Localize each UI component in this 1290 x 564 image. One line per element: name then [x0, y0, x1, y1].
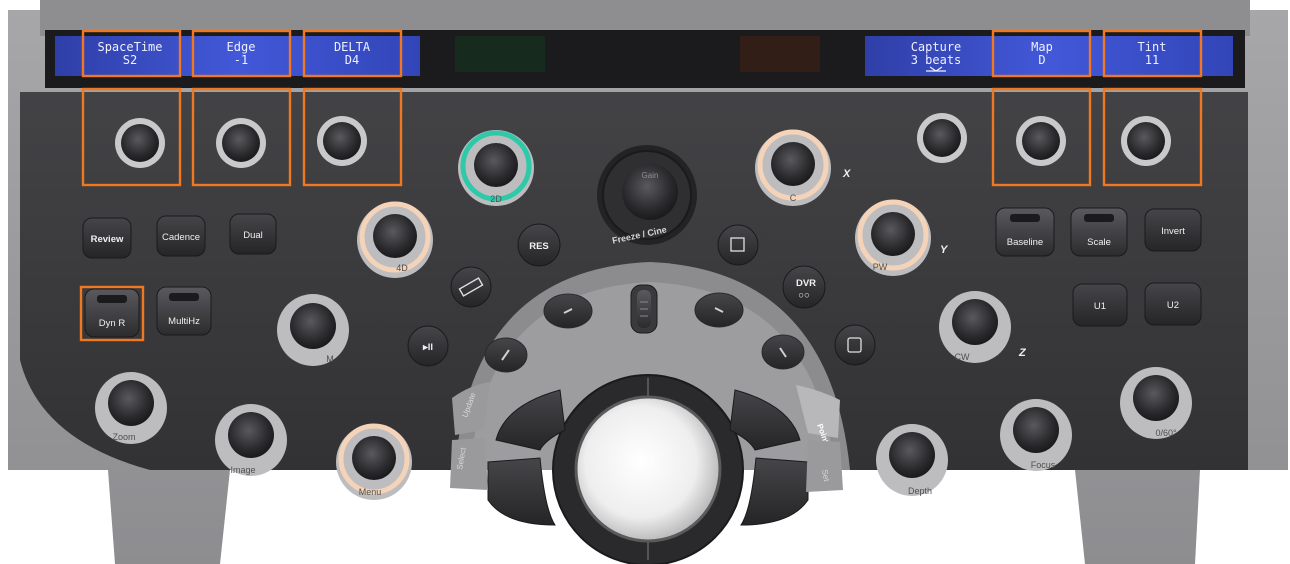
button-label: Invert	[1161, 226, 1185, 237]
knob-depth[interactable]: Depth	[876, 424, 948, 496]
knob-label: 4D	[396, 263, 408, 273]
display-item-capture[interactable]: Capture 3 beats	[911, 40, 962, 72]
play-pause-button[interactable]: ▸ll	[407, 325, 449, 367]
knob-menu[interactable]: Menu	[336, 423, 412, 500]
knob-mode-2d[interactable]: 2D	[458, 130, 534, 206]
play-pause-icon: ▸ll	[422, 342, 433, 353]
knob-edge[interactable]	[216, 118, 266, 168]
set-key[interactable]: Set	[806, 440, 843, 492]
knob-label: Zoom	[112, 432, 135, 442]
display-value: D	[1038, 53, 1045, 67]
dyn-r-paddle[interactable]: Dyn R	[84, 288, 140, 338]
report-button[interactable]	[834, 324, 876, 366]
measure-button[interactable]	[450, 266, 492, 308]
tape-icon: ○○	[798, 290, 809, 301]
display-center-glow	[455, 36, 545, 72]
knob-map[interactable]	[1016, 116, 1066, 166]
soft-key-1[interactable]	[484, 337, 528, 373]
soft-key-3[interactable]	[694, 292, 744, 328]
trackball[interactable]	[574, 395, 722, 543]
knob-mode-c[interactable]: C	[755, 129, 831, 206]
display-name: Edge	[227, 40, 256, 54]
soft-key-4[interactable]	[761, 334, 805, 370]
knob-angle[interactable]: 0/60°	[1120, 367, 1192, 439]
button-label: Cadence	[162, 232, 200, 243]
rocker-switch[interactable]	[630, 284, 658, 334]
res-button[interactable]: RES	[517, 223, 561, 267]
button-label: Dual	[243, 230, 263, 241]
knob-zoom[interactable]: Zoom	[95, 372, 167, 444]
knob-capture[interactable]	[917, 113, 967, 163]
knob-mode-pw[interactable]: PW	[855, 199, 931, 276]
review-button[interactable]: Review	[82, 217, 132, 259]
print-button[interactable]	[717, 224, 759, 266]
display-value: -1	[234, 53, 248, 67]
knob-mode-cw[interactable]: CW	[939, 291, 1011, 363]
gain-freeze-knob[interactable]: Gain Freeze / Cine	[597, 145, 697, 246]
knob-label: 2D	[490, 194, 502, 204]
multihz-paddle[interactable]: MultiHz	[156, 286, 212, 336]
u1-button[interactable]: U1	[1072, 283, 1128, 327]
knob-label: M	[326, 354, 334, 364]
knob-tint[interactable]	[1121, 116, 1171, 166]
dual-button[interactable]: Dual	[229, 213, 277, 255]
display-name: Tint	[1138, 40, 1167, 54]
scale-paddle[interactable]: Scale	[1070, 207, 1128, 257]
display-value: 3 beats	[911, 53, 962, 67]
control-panel-svg: SpaceTime S2 Edge -1 DELTA D4 Capture 3 …	[0, 0, 1290, 564]
button-label: U2	[1167, 300, 1179, 311]
dvr-button[interactable]: DVR ○○	[782, 265, 826, 309]
knob-spacetime[interactable]	[115, 118, 165, 168]
u2-button[interactable]: U2	[1144, 282, 1202, 326]
button-label: Review	[91, 234, 124, 245]
knob-mode-m[interactable]: M	[277, 294, 349, 366]
control-panel: SpaceTime S2 Edge -1 DELTA D4 Capture 3 …	[0, 0, 1290, 564]
knob-label: C	[790, 193, 797, 203]
display-value: 11	[1145, 53, 1159, 67]
knob-label: Focus	[1031, 460, 1056, 470]
button-label: Dyn R	[99, 318, 126, 329]
display-name: DELTA	[334, 40, 371, 54]
knob-label: Depth	[908, 486, 932, 496]
axis-label-z: Z	[1018, 347, 1027, 359]
display-name: Capture	[911, 40, 962, 54]
button-label: Scale	[1087, 237, 1111, 248]
display-name: SpaceTime	[97, 40, 162, 54]
cadence-button[interactable]: Cadence	[156, 215, 206, 257]
knob-label: PW	[873, 262, 888, 272]
knob-label: Menu	[359, 487, 382, 497]
knob-label: Image	[230, 465, 255, 475]
knob-delta[interactable]	[317, 116, 367, 166]
baseline-paddle[interactable]: Baseline	[995, 207, 1055, 257]
button-label: U1	[1094, 301, 1106, 312]
axis-label-x: X	[842, 168, 851, 180]
gain-label: Gain	[642, 171, 659, 180]
invert-button[interactable]: Invert	[1144, 208, 1202, 252]
knob-focus[interactable]: Focus	[1000, 399, 1072, 471]
button-label: DVR	[796, 278, 816, 289]
soft-key-2[interactable]	[543, 293, 593, 329]
button-label: MultiHz	[168, 316, 200, 327]
knob-mode-4d[interactable]: 4D	[357, 201, 433, 278]
display-center-glow-2	[740, 36, 820, 72]
display-value: S2	[123, 53, 137, 67]
button-label: RES	[529, 241, 549, 252]
display-value: D4	[345, 53, 359, 67]
knob-label: CW	[955, 352, 970, 362]
knob-label: 0/60°	[1155, 428, 1177, 438]
select-key[interactable]: Select	[450, 438, 488, 490]
button-label: Baseline	[1007, 237, 1043, 248]
knob-image[interactable]: Image	[215, 404, 287, 476]
display-name: Map	[1031, 40, 1053, 54]
